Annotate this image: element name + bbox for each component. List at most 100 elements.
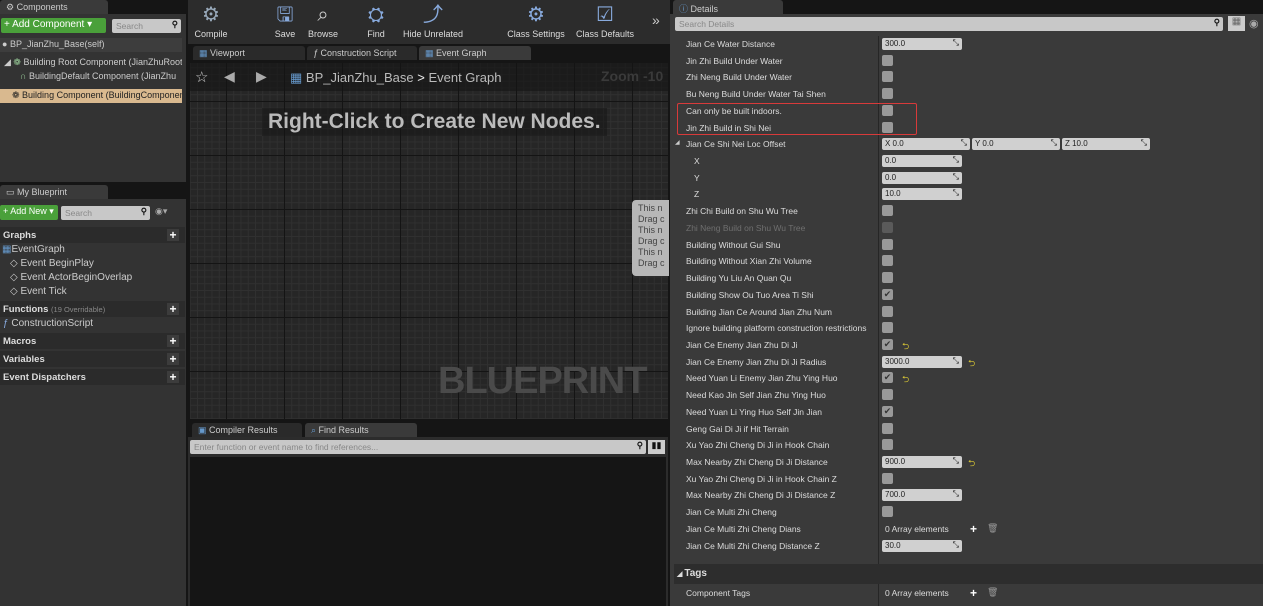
class-defaults-button[interactable]: ☑ Class Defaults [574,0,636,39]
checkbox[interactable] [882,439,893,451]
trash-icon[interactable]: 🗑 [987,587,998,598]
checkbox[interactable] [882,422,893,434]
number-field[interactable]: 10.0 [882,188,962,201]
breadcrumb-root[interactable]: BP_JianZhu_Base [306,70,414,85]
section-event-dispatchers[interactable]: Event Dispatchers + [0,369,185,385]
reset-to-default-icon[interactable]: ⮌ [968,356,975,372]
tab-my-blueprint[interactable]: ▭ My Blueprint [0,185,108,199]
tab-components[interactable]: ⚙ Components [0,0,108,14]
tab-construction-script[interactable]: ƒ Construction Script [307,46,417,60]
label: Tags [684,568,707,579]
graph-event-graph[interactable]: ▦EventGraph [2,244,65,255]
add-function-button[interactable]: + [167,303,179,315]
reset-to-default-icon[interactable]: ⮌ [968,456,975,472]
tab-details[interactable]: ⓘ Details [673,0,783,14]
tab-label: Construction Script [320,48,397,58]
vector-x-field[interactable]: X 0.0 [882,138,970,151]
search-details-input[interactable]: Search Details ⚲ [675,17,1223,31]
find-results-list [190,457,666,606]
number-field[interactable]: 30.0 [882,539,962,552]
section-variables[interactable]: Variables + [0,351,185,367]
browse-button[interactable]: ⌕ Browse [305,0,341,39]
favorite-star-icon[interactable]: ☆ [195,68,208,86]
reset-to-default-icon[interactable]: ⮌ [902,372,909,388]
checkbox[interactable] [882,305,893,317]
toolbar-overflow-icon[interactable]: » [652,12,660,28]
add-graph-button[interactable]: + [167,229,179,241]
tab-find-results[interactable]: ⌕ Find Results [305,423,417,437]
back-arrow-icon[interactable]: ◀ [224,68,235,85]
find-references-input[interactable]: Enter function or event name to find ref… [190,440,646,454]
section-functions[interactable]: Functions (19 Overridable) + [0,301,185,317]
event-item[interactable]: ◇ Event ActorBeginOverlap [10,272,132,283]
section-graphs[interactable]: Graphs + [0,227,185,243]
checkbox[interactable]: ✔ [882,405,893,417]
expand-arrow-icon[interactable]: ◢ [675,139,680,146]
number-field[interactable]: 3000.0 [882,355,962,368]
checkbox[interactable] [882,506,893,518]
trash-icon[interactable]: 🗑 [987,523,998,534]
tab-compiler-results[interactable]: ▣ Compiler Results [192,423,302,437]
save-button[interactable]: 🖫 Save [270,0,300,39]
add-dispatcher-button[interactable]: + [167,371,179,383]
label: EventGraph [11,244,65,255]
checkbox[interactable] [882,54,893,66]
checkbox[interactable] [882,322,893,334]
class-settings-button[interactable]: ⚙ Class Settings [505,0,567,39]
visibility-eye-icon[interactable]: ◉▾ [155,206,167,217]
checkbox[interactable] [882,71,893,83]
label: Graphs [3,230,37,241]
event-item[interactable]: ◇ Event Tick [10,286,67,297]
tab-event-graph[interactable]: ▦ Event Graph [419,46,531,60]
component-building-root[interactable]: ◢ ❁ Building Root Component (JianZhuRoot [4,57,182,68]
visibility-eye-icon[interactable]: ◉ [1249,17,1259,30]
checkbox[interactable]: ✔ [882,372,893,384]
blueprint-search-input[interactable]: Search ⚲ [61,206,150,220]
checkbox[interactable] [882,255,893,267]
add-element-button[interactable]: + [970,522,977,536]
checkbox[interactable] [882,272,893,284]
checkbox[interactable] [882,205,893,217]
add-new-button[interactable]: + Add New ▾ [0,205,58,220]
checkbox[interactable] [882,389,893,401]
add-component-button[interactable]: + Add Component ▾ [1,18,106,33]
component-building[interactable]: ❁ Building Component (BuildingComponent [0,89,182,103]
checkbox[interactable] [882,88,893,100]
number-field[interactable]: 700.0 [882,489,962,502]
vector-z-field[interactable]: Z 10.0 [1062,138,1150,151]
number-field[interactable]: 0.0 [882,155,962,168]
number-field[interactable]: 0.0 [882,171,962,184]
component-self[interactable]: ● BP_JianZhu_Base(self) [0,38,182,52]
property-row: Zhi Neng Build on Shu Wu Tree [670,220,1263,237]
comment-line: This n [638,225,663,235]
find-in-all-blueprints-button[interactable]: ▮▮ [648,440,665,454]
section-tags[interactable]: ◢ Tags [674,564,1263,584]
checkbox[interactable]: ✔ [882,338,893,350]
property-matrix-button[interactable]: ▦ [1228,16,1245,31]
vector-y-field[interactable]: Y 0.0 [972,138,1060,151]
save-disk-icon: 🖫 [276,4,294,26]
find-button[interactable]: ⛭ Find [360,0,392,39]
add-variable-button[interactable]: + [167,353,179,365]
function-construction-script[interactable]: ƒ ConstructionScript [3,318,93,329]
checkbox[interactable] [882,238,893,250]
checkbox[interactable] [882,472,893,484]
components-search-input[interactable]: Search ⚲ [112,19,181,33]
number-field[interactable]: 300.0 [882,38,962,50]
checkbox[interactable] [882,221,893,233]
event-item[interactable]: ◇ Event BeginPlay [10,258,94,269]
component-building-default[interactable]: ∩ BuildingDefault Component (JianZhu [20,71,182,81]
property-label: Y [694,172,700,183]
tab-viewport[interactable]: ▦ Viewport [193,46,305,60]
add-element-button[interactable]: + [970,586,977,600]
hide-unrelated-button[interactable]: ⤴ Hide Unrelated [400,0,466,39]
section-macros[interactable]: Macros + [0,333,185,349]
checkbox[interactable]: ✔ [882,288,893,300]
number-field[interactable]: 900.0 [882,456,962,468]
property-row: Z 10.0 [670,186,1263,203]
zoom-level: Zoom -10 [601,68,664,84]
forward-arrow-icon[interactable]: ▶ [256,68,267,85]
reset-to-default-icon[interactable]: ⮌ [902,339,909,355]
add-macro-button[interactable]: + [167,335,179,347]
compile-button[interactable]: ⚙ Compile [190,0,232,39]
